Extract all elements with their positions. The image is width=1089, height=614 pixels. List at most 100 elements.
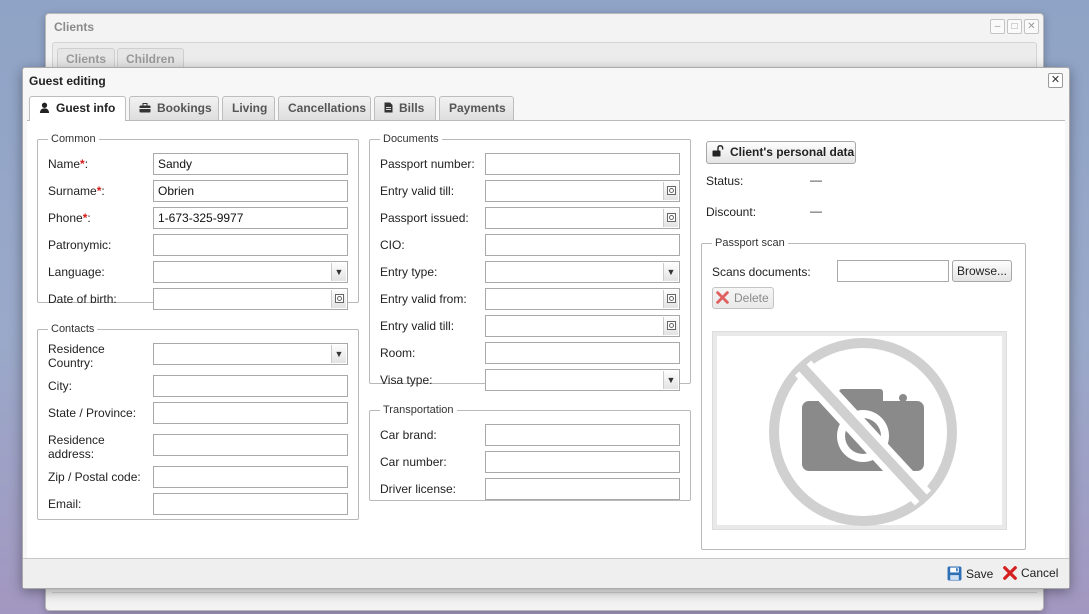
entry-type-label: Entry type: [380, 265, 438, 279]
documents-fieldset: Documents Passport number: Entry valid t… [369, 133, 691, 391]
browse-button[interactable]: Browse... [952, 260, 1012, 282]
country-select[interactable]: ▼ [153, 343, 348, 365]
delete-icon [716, 291, 729, 304]
phone-input[interactable]: 1-673-325-9977 [153, 207, 348, 229]
minimize-button[interactable]: – [990, 19, 1005, 34]
car-number-input[interactable] [485, 451, 680, 473]
entry-valid-till-input[interactable] [485, 180, 680, 202]
language-label: Language: [48, 265, 105, 279]
language-select[interactable]: ▼ [153, 261, 348, 283]
clients-window-title: Clients [54, 20, 95, 34]
cancel-icon [1003, 566, 1017, 580]
passport-number-input[interactable] [485, 153, 680, 175]
driver-license-row: Driver license: [370, 478, 690, 500]
entry-valid-from-label: Entry valid from: [380, 292, 467, 306]
email-input[interactable] [153, 493, 348, 515]
tab-label: Cancellations [288, 101, 367, 115]
entry-type-select[interactable]: ▼ [485, 261, 680, 283]
calendar-icon[interactable] [663, 290, 678, 308]
personal-data-label: Client's personal data [730, 145, 855, 159]
cio-input[interactable] [485, 234, 680, 256]
zip-input[interactable] [153, 466, 348, 488]
chevron-down-icon[interactable]: ▼ [331, 345, 346, 363]
surname-label: Surname*: [48, 184, 105, 198]
city-row: City: [38, 375, 358, 397]
city-label: City: [48, 379, 72, 393]
tab-label: Living [232, 101, 268, 115]
driver-license-input[interactable] [485, 478, 680, 500]
visa-type-select[interactable]: ▼ [485, 369, 680, 391]
documents-legend: Documents [383, 133, 439, 145]
car-brand-input[interactable] [485, 424, 680, 446]
discount-label: Discount: [706, 205, 757, 219]
city-input[interactable] [153, 375, 348, 397]
tab-label: Bookings [157, 101, 212, 115]
scans-file-input[interactable] [837, 260, 949, 282]
document-icon [384, 102, 393, 113]
calendar-icon[interactable] [663, 182, 678, 200]
state-row: State / Province: [38, 402, 358, 424]
passport-issued-label: Passport issued: [380, 211, 469, 225]
car-brand-label: Car brand: [380, 428, 437, 442]
personal-data-button[interactable]: Client's personal data [706, 141, 856, 164]
dialog-close-button[interactable]: ✕ [1048, 73, 1063, 88]
passport-number-row: Passport number: [370, 153, 690, 175]
patronymic-row: Patronymic: [38, 234, 358, 256]
entry-valid-till2-input[interactable] [485, 315, 680, 337]
calendar-icon[interactable] [331, 290, 346, 308]
entry-valid-from-input[interactable] [485, 288, 680, 310]
common-fieldset: Common Name*: Sandy Surname*: Obrien Pho… [37, 133, 359, 310]
entry-valid-till2-row: Entry valid till: [370, 315, 690, 337]
name-input[interactable]: Sandy [153, 153, 348, 175]
entry-type-row: Entry type: ▼ [370, 261, 690, 283]
calendar-icon[interactable] [663, 209, 678, 227]
save-label: Save [966, 566, 994, 581]
surname-row: Surname*: Obrien [38, 180, 358, 202]
passport-issued-input[interactable] [485, 207, 680, 229]
save-button[interactable]: Save [947, 566, 993, 581]
transportation-legend: Transportation [383, 404, 454, 416]
patronymic-input[interactable] [153, 234, 348, 256]
no-camera-icon [769, 338, 957, 526]
surname-input[interactable]: Obrien [153, 180, 348, 202]
cancel-button[interactable]: Cancel [1003, 566, 1058, 580]
room-input[interactable] [485, 342, 680, 364]
tab-cancellations[interactable]: Cancellations [278, 96, 371, 120]
delete-button[interactable]: Delete [712, 287, 774, 309]
dob-input[interactable] [153, 288, 348, 310]
clients-window-footer [52, 592, 1037, 606]
visa-type-row: Visa type: ▼ [370, 369, 690, 391]
guest-info-panel: Common Name*: Sandy Surname*: Obrien Pho… [27, 121, 1065, 559]
tab-bookings[interactable]: Bookings [129, 96, 219, 120]
passport-scan-fieldset: Passport scan Scans documents: Browse...… [701, 237, 1026, 550]
address-input[interactable] [153, 434, 348, 456]
maximize-button[interactable]: □ [1007, 19, 1022, 34]
car-number-label: Car number: [380, 455, 447, 469]
room-row: Room: [370, 342, 690, 364]
chevron-down-icon[interactable]: ▼ [331, 263, 346, 281]
state-input[interactable] [153, 402, 348, 424]
guest-editing-dialog: Guest editing ✕ Guest info Bookings Livi… [22, 67, 1070, 589]
tab-payments[interactable]: Payments [439, 96, 514, 120]
entry-valid-till-label: Entry valid till: [380, 184, 455, 198]
calendar-icon[interactable] [663, 317, 678, 335]
save-icon [947, 566, 962, 581]
room-label: Room: [380, 346, 416, 360]
contacts-legend: Contacts [51, 323, 95, 335]
chevron-down-icon[interactable]: ▼ [663, 371, 678, 389]
transportation-fieldset: Transportation Car brand: Car number: Dr… [369, 404, 691, 501]
tab-bills[interactable]: Bills [374, 96, 436, 120]
chevron-down-icon[interactable]: ▼ [663, 263, 678, 281]
passport-scan-legend: Passport scan [715, 237, 785, 249]
driver-license-label: Driver license: [380, 482, 457, 496]
email-row: Email: [38, 493, 358, 515]
passport-number-label: Passport number: [380, 157, 475, 171]
tab-guest-info[interactable]: Guest info [29, 96, 126, 121]
close-window-button[interactable]: ✕ [1024, 19, 1039, 34]
cio-row: CIO: [370, 234, 690, 256]
window-controls: – □ ✕ [990, 19, 1039, 34]
tab-living[interactable]: Living [222, 96, 275, 120]
language-row: Language: ▼ [38, 261, 358, 283]
zip-row: Zip / Postal code: [38, 466, 358, 488]
delete-label: Delete [734, 291, 769, 305]
